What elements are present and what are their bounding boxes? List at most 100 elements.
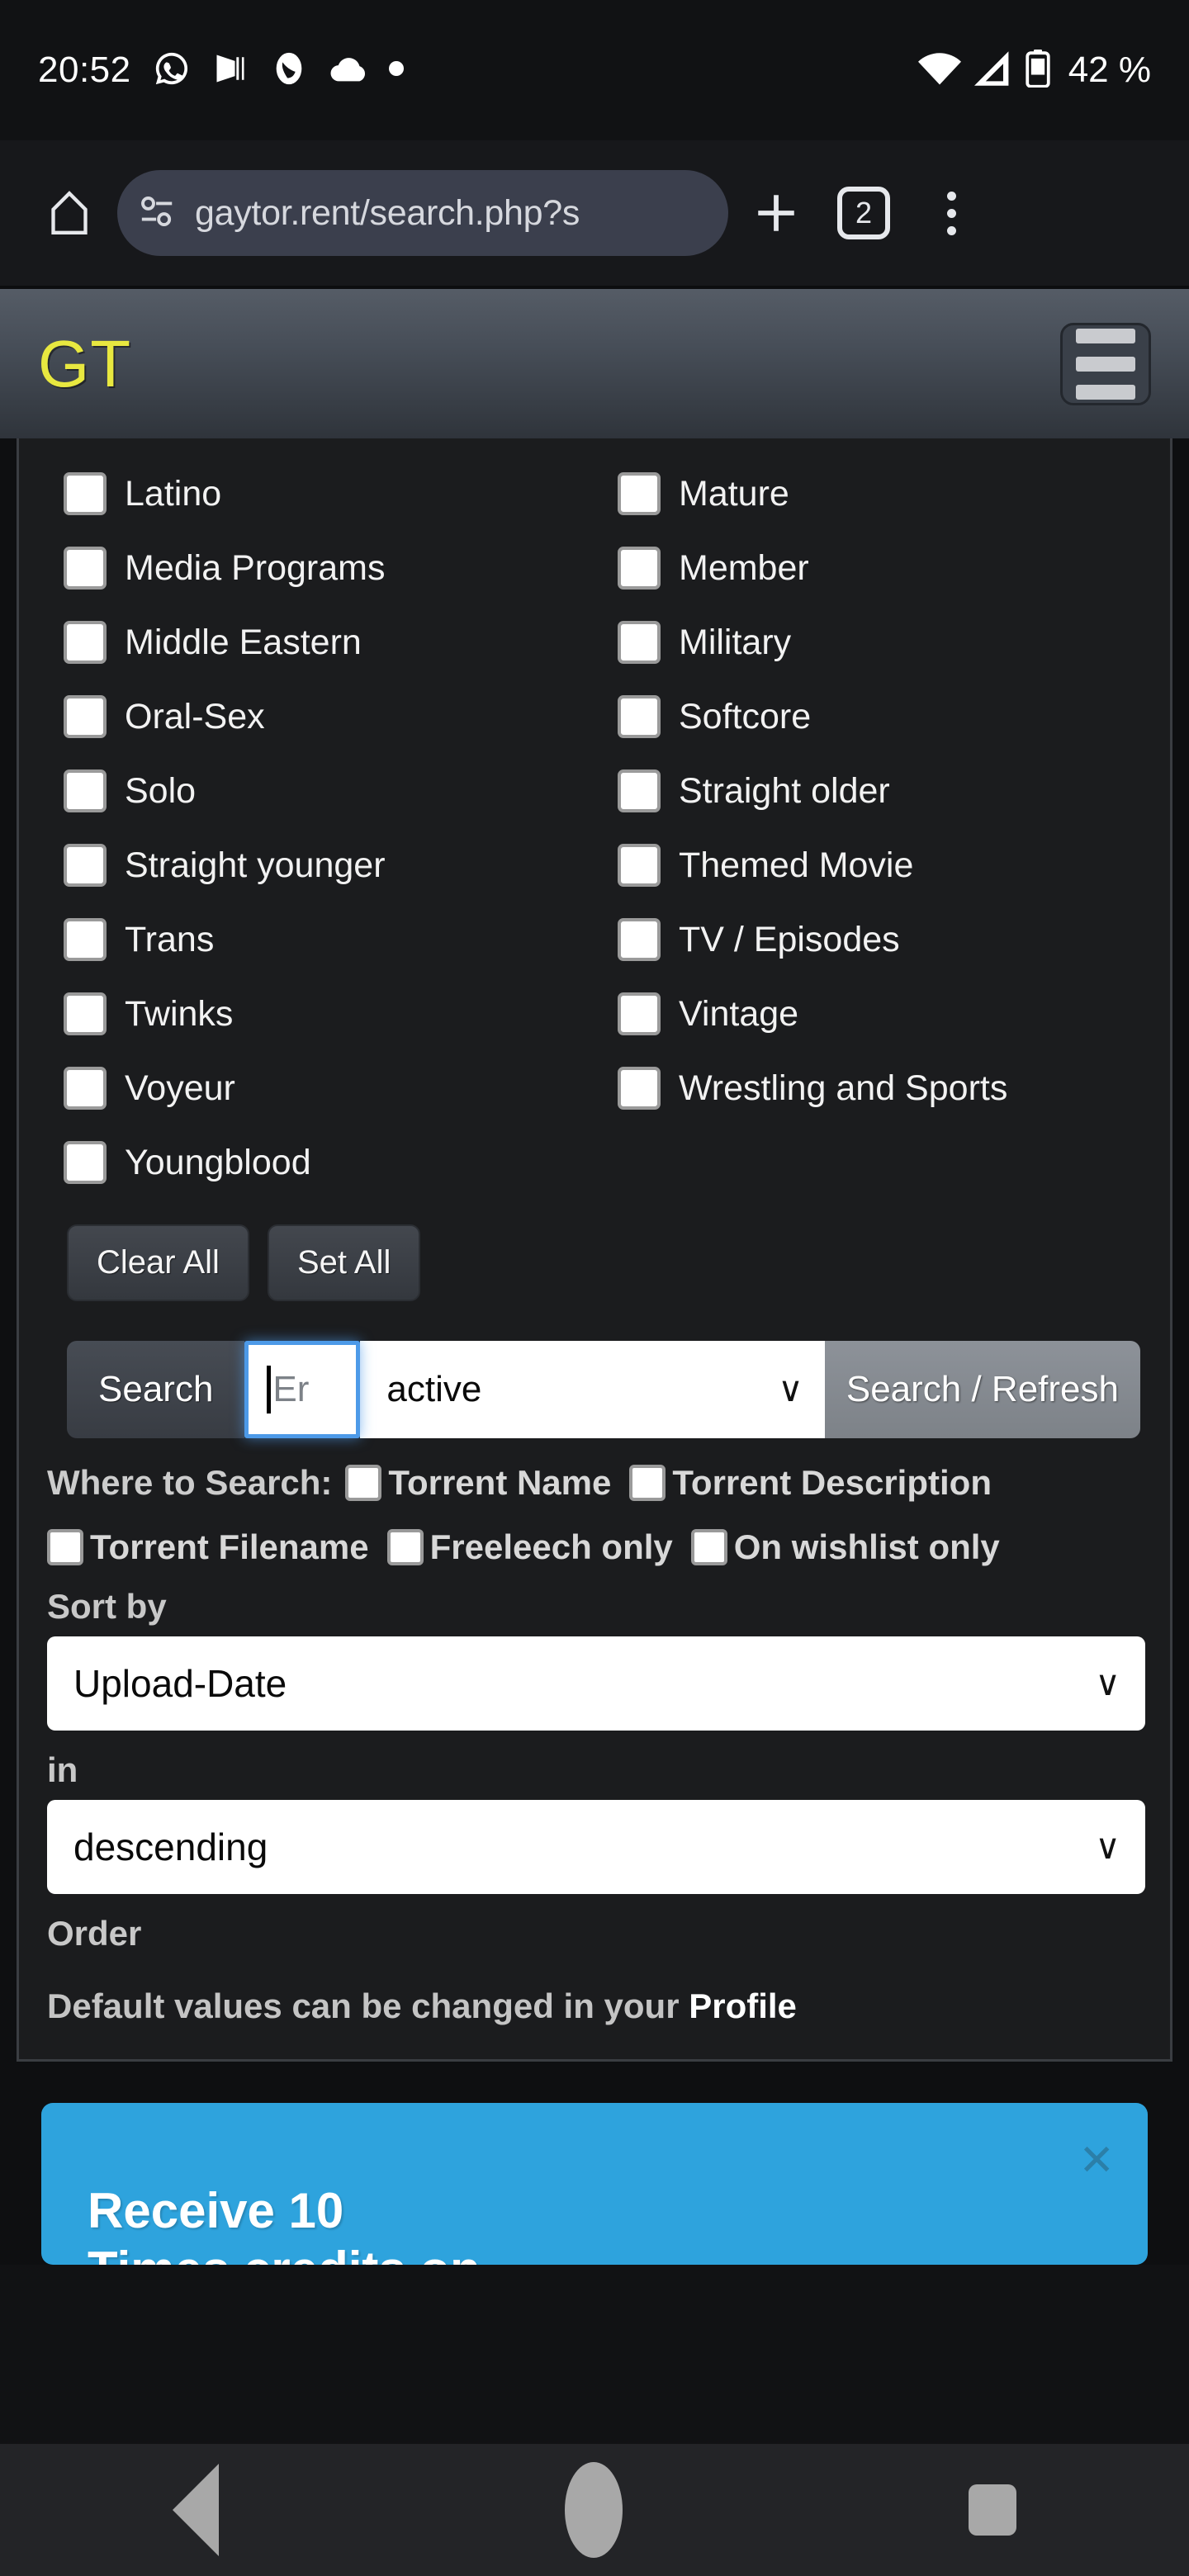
list-item-label: Member [679, 547, 809, 588]
checkbox-icon[interactable] [618, 547, 661, 590]
list-item-label: Military [679, 622, 792, 662]
list-item-label: Trans [125, 919, 215, 959]
site-permissions-icon[interactable] [139, 195, 177, 232]
checkbox-icon[interactable] [618, 844, 661, 887]
sort-by-label: Sort by [47, 1587, 167, 1626]
list-item[interactable]: Twinks [19, 977, 594, 1051]
list-item[interactable]: Voyeur [19, 1051, 594, 1125]
checkbox-icon[interactable] [386, 1529, 424, 1565]
url-bar[interactable]: gaytor.rent/search.php?s [117, 170, 728, 256]
order-label: Order [47, 1914, 142, 1953]
list-item-label: Voyeur [125, 1068, 235, 1108]
list-item[interactable]: Member [594, 531, 1170, 605]
status-bar-left: 20:52 [38, 50, 404, 92]
phone-screen: 20:52 42 % gaytor.rent/search.php?s 2 GT… [0, 0, 1189, 2576]
profile-link[interactable]: Profile [689, 1986, 797, 2025]
hamburger-menu-icon[interactable] [1060, 322, 1151, 405]
recents-icon[interactable] [968, 2484, 1016, 2536]
close-icon[interactable]: ✕ [1078, 2139, 1115, 2182]
checkbox-icon[interactable] [345, 1465, 382, 1501]
bulk-action-buttons: Clear All Set All [19, 1200, 1170, 1301]
kebab-dots [946, 191, 956, 235]
checkbox-icon[interactable] [618, 918, 661, 961]
url-text: gaytor.rent/search.php?s [195, 192, 580, 233]
list-item-label: Middle Eastern [125, 622, 362, 662]
mirror-cast-icon [212, 50, 249, 91]
checkbox-icon[interactable] [64, 769, 107, 812]
list-item[interactable]: Mature [594, 457, 1170, 531]
list-item-label: Straight older [679, 770, 890, 811]
dot-icon [388, 60, 404, 80]
list-item-label: Straight younger [125, 845, 386, 885]
list-item[interactable]: Themed Movie [594, 828, 1170, 902]
list-item-label: Softcore [679, 696, 812, 736]
checkbox-icon[interactable] [629, 1465, 666, 1501]
checkbox-icon[interactable] [618, 769, 661, 812]
site-logo[interactable]: GT [38, 326, 131, 402]
checkbox-icon[interactable] [618, 695, 661, 738]
list-item[interactable]: Latino [19, 457, 594, 531]
checkbox-icon[interactable] [64, 1067, 107, 1110]
set-all-button[interactable]: Set All [267, 1224, 421, 1301]
list-item[interactable]: Wrestling and Sports [594, 1051, 1170, 1125]
checkbox-icon[interactable] [64, 621, 107, 664]
search-input[interactable]: Er [244, 1341, 361, 1438]
category-checkbox-grid: Latino Mature Media Programs Member Midd… [19, 438, 1170, 1200]
tab-counter-button[interactable]: 2 [824, 173, 903, 253]
defaults-footnote: Default values can be changed in your Pr… [19, 1953, 1170, 2026]
chevron-down-icon: ∨ [1095, 1664, 1120, 1702]
sort-by-select[interactable]: Upload-Date ∨ [47, 1636, 1145, 1731]
checkbox-icon[interactable] [64, 1141, 107, 1184]
checkbox-icon[interactable] [64, 992, 107, 1035]
promo-line-2: Times credits on [88, 2241, 481, 2265]
home-icon[interactable] [564, 2462, 623, 2558]
list-item[interactable]: Middle Eastern [19, 605, 594, 680]
status-select[interactable]: active ∨ [360, 1341, 825, 1438]
tab-count-label: 2 [837, 187, 890, 239]
back-icon[interactable] [173, 2464, 220, 2556]
chevron-down-icon: ∨ [778, 1370, 803, 1409]
list-item[interactable]: Oral-Sex [19, 680, 594, 754]
order-select[interactable]: descending ∨ [47, 1800, 1145, 1894]
list-item[interactable]: Military [594, 605, 1170, 680]
list-item[interactable]: Media Programs [19, 531, 594, 605]
checkbox-icon[interactable] [64, 918, 107, 961]
checkbox-icon[interactable] [64, 695, 107, 738]
checkbox-icon[interactable] [690, 1529, 727, 1565]
sort-by-value: Upload-Date [73, 1662, 287, 1705]
list-item[interactable]: Trans [19, 902, 594, 977]
browser-menu-icon[interactable] [912, 173, 991, 253]
list-item[interactable]: Straight younger [19, 828, 594, 902]
checkbox-icon[interactable] [618, 992, 661, 1035]
checkbox-icon[interactable] [64, 472, 107, 515]
new-tab-icon[interactable] [737, 173, 816, 253]
list-item[interactable]: Solo [19, 754, 594, 828]
list-item[interactable]: Youngblood [19, 1125, 594, 1200]
checkbox-icon[interactable] [618, 1067, 661, 1110]
text-cursor [267, 1366, 272, 1413]
checkbox-icon[interactable] [64, 547, 107, 590]
battery-icon [1026, 49, 1050, 92]
checkbox-icon[interactable] [618, 472, 661, 515]
list-item-label: TV / Episodes [679, 919, 900, 959]
search-refresh-button[interactable]: Search / Refresh [824, 1341, 1140, 1438]
checkbox-icon[interactable] [47, 1529, 83, 1565]
search-label: Search [67, 1341, 245, 1438]
android-status-bar: 20:52 42 % [0, 0, 1189, 140]
freeleech-only-label: Freeleech only [429, 1527, 673, 1566]
where-to-search-row-2: Torrent Filename Freeleech only On wishl… [19, 1503, 1170, 1567]
android-nav-bar [0, 2444, 1189, 2576]
list-item[interactable]: Softcore [594, 680, 1170, 754]
torrent-filename-label: Torrent Filename [90, 1527, 369, 1566]
checkbox-icon[interactable] [618, 621, 661, 664]
home-icon[interactable] [30, 173, 109, 253]
promo-line-1: Receive 10 [88, 2183, 344, 2238]
list-item[interactable]: Straight older [594, 754, 1170, 828]
torrent-description-label: Torrent Description [672, 1463, 992, 1502]
checkbox-icon[interactable] [64, 844, 107, 887]
list-item[interactable]: TV / Episodes [594, 902, 1170, 977]
clear-all-button[interactable]: Clear All [67, 1224, 249, 1301]
promo-banner[interactable]: ✕ Receive 10 Times credits on [41, 2103, 1148, 2265]
list-item[interactable]: Vintage [594, 977, 1170, 1051]
defaults-footnote-text: Default values can be changed in your [47, 1986, 689, 2025]
